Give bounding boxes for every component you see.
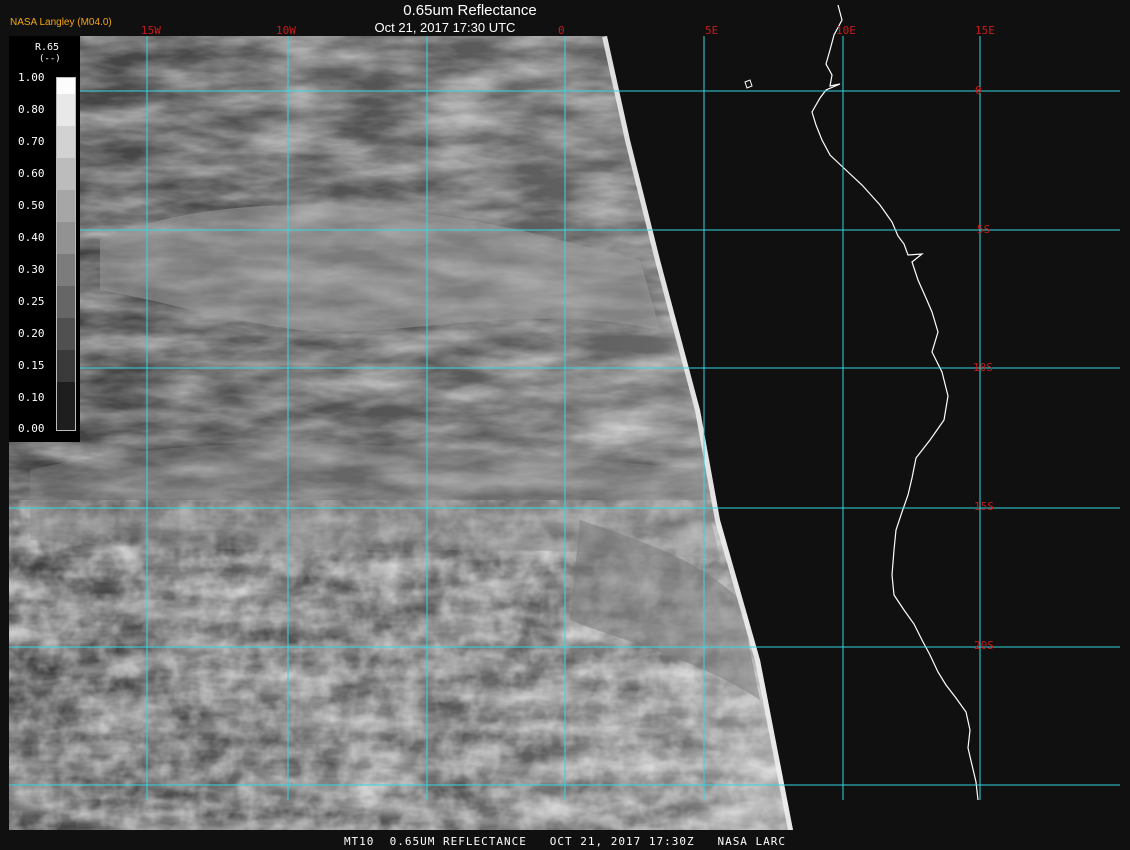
legend-tick: 0.50 (18, 199, 45, 212)
lon-label-10e: 10E (836, 24, 856, 37)
colorbar (56, 77, 76, 431)
satellite-map (0, 0, 1130, 850)
legend-tick: 0.20 (18, 327, 45, 340)
legend-units: (--) (39, 54, 61, 64)
legend-tick: 0.60 (18, 167, 45, 180)
legend-title: R.65 (35, 42, 60, 53)
legend-tick: 0.70 (18, 135, 45, 148)
legend-tick: 0.25 (18, 295, 45, 308)
lat-label-5s: 5S (977, 223, 991, 236)
lon-label-15e: 15E (975, 24, 995, 37)
lon-label-0: 0 (558, 24, 565, 37)
color-legend: R.65 (--) 1.00 0.80 0.70 0.60 0.50 0.40 … (9, 36, 80, 442)
legend-tick: 1.00 (18, 71, 45, 84)
legend-tick: 0.15 (18, 359, 45, 372)
lat-label-15s: 15S (974, 500, 994, 513)
lon-label-10w: 10W (276, 24, 296, 37)
lat-label-0: 0 (975, 84, 982, 97)
lon-label-5e: 5E (705, 24, 719, 37)
image-title: 0.65um Reflectance (403, 2, 537, 19)
image-timestamp: Oct 21, 2017 17:30 UTC (374, 20, 516, 35)
lat-label-10s: 10S (973, 361, 993, 374)
lon-label-15w: 15W (141, 24, 161, 37)
legend-tick: 0.00 (18, 422, 45, 435)
satellite-image-viewer: 0.65um Reflectance Oct 21, 2017 17:30 UT… (0, 0, 1130, 850)
legend-tick: 0.40 (18, 231, 45, 244)
lat-label-20s: 20S (974, 639, 994, 652)
footer-caption: MT10 0.65UM REFLECTANCE OCT 21, 2017 17:… (343, 835, 787, 848)
org-label: NASA Langley (M04.0) (10, 17, 112, 28)
legend-tick: 0.10 (18, 391, 45, 404)
legend-tick: 0.30 (18, 263, 45, 276)
legend-tick: 0.80 (18, 103, 45, 116)
